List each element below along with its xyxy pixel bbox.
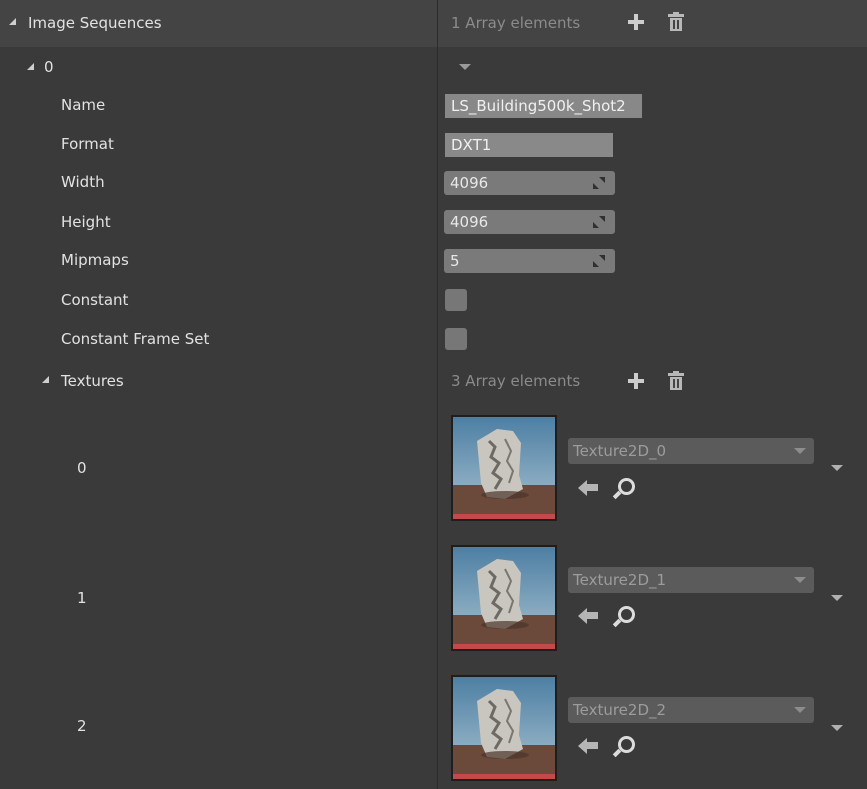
column-divider[interactable] xyxy=(437,0,438,789)
chevron-down-icon[interactable] xyxy=(794,448,806,454)
expand-triangle-icon[interactable] xyxy=(42,376,49,383)
asset-name: Texture2D_1 xyxy=(573,571,667,589)
texture-thumbnail[interactable] xyxy=(451,415,557,521)
mipmaps-property-row: Mipmaps 5 xyxy=(0,242,867,281)
height-value: 4096 xyxy=(450,213,489,231)
name-property-row: Name LS_Building500k_Shot2 xyxy=(0,86,867,125)
arrow-left-icon[interactable] xyxy=(578,607,600,625)
chevron-down-icon[interactable] xyxy=(831,595,843,601)
texture-thumbnail[interactable] xyxy=(451,545,557,651)
thumbnail-color-bar xyxy=(453,644,555,649)
format-field[interactable]: DXT1 xyxy=(445,133,613,157)
search-icon[interactable] xyxy=(612,477,636,500)
width-property-row: Width 4096 xyxy=(0,164,867,203)
width-numeric-input[interactable]: 4096 xyxy=(444,171,615,195)
chevron-down-icon[interactable] xyxy=(794,577,806,583)
add-texture-plus-icon[interactable] xyxy=(626,371,646,391)
height-property-row: Height 4096 xyxy=(0,203,867,242)
constant-property-row: Constant xyxy=(0,281,867,320)
width-label: Width xyxy=(61,173,105,191)
array-count-label: 1 Array elements xyxy=(451,14,581,32)
asset-picker-combo[interactable]: Texture2D_0 xyxy=(568,438,814,464)
name-label: Name xyxy=(61,96,106,114)
resize-arrows-icon[interactable] xyxy=(593,177,605,189)
asset-name: Texture2D_0 xyxy=(573,442,667,460)
expand-triangle-icon[interactable] xyxy=(27,63,34,70)
width-value: 4096 xyxy=(450,174,489,192)
delete-all-trash-icon[interactable] xyxy=(666,12,686,32)
image-sequences-header[interactable]: Image Sequences 1 Array elements xyxy=(0,0,867,47)
chevron-down-icon[interactable] xyxy=(831,725,843,731)
constant-frame-set-label: Constant Frame Set xyxy=(61,330,210,348)
mipmaps-numeric-input[interactable]: 5 xyxy=(444,249,615,273)
texture-thumbnail[interactable] xyxy=(451,675,557,781)
constant-label: Constant xyxy=(61,291,129,309)
asset-picker-combo[interactable]: Texture2D_1 xyxy=(568,567,814,593)
resize-arrows-icon[interactable] xyxy=(593,255,605,267)
resize-arrows-icon[interactable] xyxy=(593,216,605,228)
mipmaps-value: 5 xyxy=(450,252,460,270)
format-property-row: Format DXT1 xyxy=(0,125,867,164)
textures-label: Textures xyxy=(61,372,124,390)
delete-textures-trash-icon[interactable] xyxy=(666,371,686,391)
textures-header[interactable]: Textures 3 Array elements xyxy=(0,359,867,403)
texture-index: 0 xyxy=(77,459,87,477)
thumbnail-color-bar xyxy=(453,774,555,779)
mipmaps-label: Mipmaps xyxy=(61,251,129,269)
element-index: 0 xyxy=(44,58,54,76)
element-row[interactable]: 0 xyxy=(0,47,867,86)
details-panel: Image Sequences 1 Array elements 0 Name … xyxy=(0,0,867,789)
search-icon[interactable] xyxy=(612,605,636,628)
format-label: Format xyxy=(61,135,114,153)
chevron-down-icon[interactable] xyxy=(831,465,843,471)
texture-item-row: 1 Texture2D_1 xyxy=(0,531,867,661)
asset-name: Texture2D_2 xyxy=(573,701,667,719)
texture-index: 1 xyxy=(77,589,87,607)
textures-count-label: 3 Array elements xyxy=(451,372,581,390)
texture-item-row: 2 Texture2D_2 xyxy=(0,661,867,789)
height-label: Height xyxy=(61,213,111,231)
constant-frame-set-checkbox[interactable] xyxy=(445,328,467,350)
expand-triangle-icon[interactable] xyxy=(9,18,16,25)
asset-picker-combo[interactable]: Texture2D_2 xyxy=(568,697,814,723)
texture-index: 2 xyxy=(77,717,87,735)
chevron-down-icon[interactable] xyxy=(794,707,806,713)
add-element-plus-icon[interactable] xyxy=(626,12,646,32)
thumbnail-color-bar xyxy=(453,514,555,519)
element-options-chevron-down-icon[interactable] xyxy=(459,64,471,70)
arrow-left-icon[interactable] xyxy=(578,737,600,755)
image-sequences-label: Image Sequences xyxy=(28,14,162,32)
texture-item-row: 0 Texture2D_0 xyxy=(0,403,867,531)
constant-frame-set-property-row: Constant Frame Set xyxy=(0,320,867,359)
height-numeric-input[interactable]: 4096 xyxy=(444,210,615,234)
search-icon[interactable] xyxy=(612,735,636,758)
constant-checkbox[interactable] xyxy=(445,289,467,311)
arrow-left-icon[interactable] xyxy=(578,479,600,497)
name-field[interactable]: LS_Building500k_Shot2 xyxy=(445,94,642,118)
